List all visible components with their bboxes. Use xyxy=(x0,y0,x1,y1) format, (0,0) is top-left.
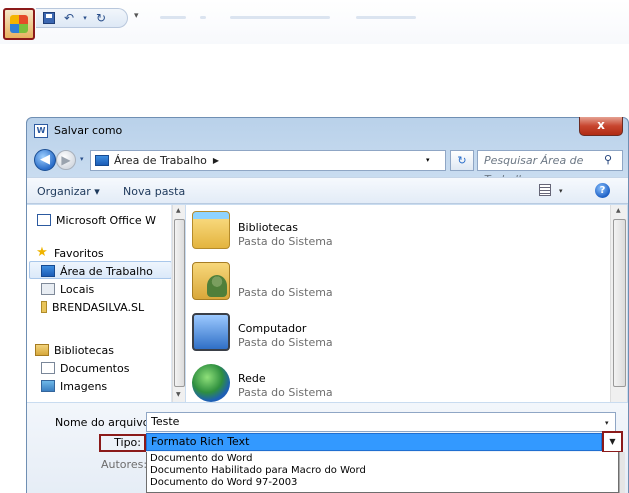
nav-item-label: Bibliotecas xyxy=(54,343,115,357)
desktop-icon xyxy=(95,155,109,166)
star-icon: ★ xyxy=(36,245,48,260)
word-doc-icon xyxy=(37,214,51,226)
forward-button[interactable]: ▶ xyxy=(56,150,76,170)
type-option[interactable]: Documento do Word xyxy=(150,453,252,464)
desktop-icon xyxy=(41,265,55,277)
office-logo-icon xyxy=(10,15,28,33)
help-icon[interactable]: ? xyxy=(595,183,610,198)
undo-icon[interactable]: ↶ xyxy=(62,11,76,25)
file-item-bibliotecas[interactable]: Bibliotecas Pasta do Sistema xyxy=(186,209,486,259)
file-type: Pasta do Sistema xyxy=(238,286,333,299)
filename-input[interactable]: Teste xyxy=(146,412,616,432)
file-item-computador[interactable]: Computador Pasta do Sistema xyxy=(186,311,486,361)
type-dropdown-button[interactable]: ▼ xyxy=(602,431,623,453)
scroll-down-icon[interactable]: ▼ xyxy=(176,391,181,398)
nav-item-bibliotecas[interactable]: Bibliotecas xyxy=(35,341,114,359)
file-name: Computador xyxy=(238,322,307,335)
nav-item-user[interactable]: BRENDASILVA.SL xyxy=(41,298,144,316)
file-list-scrollbar[interactable]: ▲ xyxy=(610,205,627,402)
blurred-title xyxy=(200,16,206,19)
organize-button[interactable]: Organizar ▾ xyxy=(37,185,100,198)
filename-label: Nome do arquivo: xyxy=(55,416,154,429)
scroll-up-icon[interactable]: ▲ xyxy=(176,207,181,214)
blurred-title xyxy=(356,16,416,19)
dialog-toolbar: Organizar ▾ Nova pasta ▾ ? xyxy=(27,177,628,204)
nav-item-imagens[interactable]: Imagens xyxy=(41,377,107,395)
documents-icon xyxy=(41,362,55,374)
filename-dropdown-icon[interactable]: ▾ xyxy=(605,419,609,427)
recent-places-icon xyxy=(41,283,55,295)
blurred-title xyxy=(160,16,186,19)
nav-item-label: Locais xyxy=(60,282,95,296)
view-dropdown-icon[interactable]: ▾ xyxy=(559,187,563,195)
breadcrumb-arrow-icon[interactable]: ▶ xyxy=(213,156,219,165)
nav-item-label: Favoritos xyxy=(54,246,104,260)
nav-item-documentos[interactable]: Documentos xyxy=(41,359,129,377)
new-folder-button[interactable]: Nova pasta xyxy=(123,185,185,198)
close-button[interactable]: x xyxy=(579,117,623,136)
scrollbar-thumb[interactable] xyxy=(174,219,185,387)
address-text: Área de Trabalho xyxy=(114,154,207,167)
word-app-icon: W xyxy=(34,124,48,138)
undo-dropdown-icon[interactable]: ▾ xyxy=(82,11,88,25)
type-option[interactable]: Documento Habilitado para Macro do Word xyxy=(150,465,366,476)
libraries-icon xyxy=(35,344,49,356)
file-type: Pasta do Sistema xyxy=(238,386,333,399)
recent-pages-dropdown-icon[interactable]: ▾ xyxy=(80,155,84,163)
file-type: Pasta do Sistema xyxy=(238,336,333,349)
nav-pane-scrollbar[interactable]: ▲ ▼ xyxy=(172,205,185,402)
file-type: Pasta do Sistema xyxy=(238,235,333,248)
type-option[interactable]: Documento do Word 97-2003 xyxy=(150,477,297,488)
view-options-icon[interactable] xyxy=(539,184,551,196)
blurred-title xyxy=(230,16,330,19)
type-dropdown-scrollbar[interactable] xyxy=(619,452,625,493)
authors-label: Autores: xyxy=(101,458,148,471)
save-as-dialog: W Salvar como x ◀ ▶ ▾ Área de Trabalho ▶… xyxy=(26,117,629,493)
file-item-rede[interactable]: Rede Pasta do Sistema xyxy=(186,362,486,402)
scrollbar-thumb[interactable] xyxy=(613,219,626,387)
navigation-row: ◀ ▶ ▾ Área de Trabalho ▶ ▾ ↻ Pesquisar Á… xyxy=(34,149,623,186)
redo-icon[interactable]: ↻ xyxy=(94,11,108,25)
file-item-user[interactable]: Pasta do Sistema xyxy=(186,260,486,310)
dialog-titlebar[interactable]: W Salvar como x xyxy=(26,117,629,145)
type-dropdown-list: Documento do Word Documento Habilitado p… xyxy=(146,452,619,493)
libraries-folder-icon xyxy=(192,211,230,249)
user-folder-icon xyxy=(192,262,230,300)
type-label: Tipo: xyxy=(99,434,146,452)
nav-item-word-recent[interactable]: Microsoft Office W xyxy=(37,211,156,229)
type-select[interactable]: Formato Rich Text xyxy=(146,433,602,451)
save-form: Nome do arquivo: Teste ▾ Tipo: Formato R… xyxy=(27,403,628,493)
search-input[interactable]: Pesquisar Área de Trabalho xyxy=(477,150,623,186)
network-icon xyxy=(192,364,230,402)
navigation-pane: Microsoft Office W ★ Favoritos Área de T… xyxy=(27,205,172,402)
office-button[interactable] xyxy=(3,8,35,40)
back-button[interactable]: ◀ xyxy=(34,149,56,171)
pictures-icon xyxy=(41,380,55,392)
nav-item-locais[interactable]: Locais xyxy=(41,280,94,298)
user-folder-icon xyxy=(41,301,47,313)
address-bar[interactable]: Área de Trabalho ▶ xyxy=(90,150,446,171)
search-icon[interactable]: ⚲ xyxy=(604,153,612,166)
nav-item-label: Microsoft Office W xyxy=(56,213,157,227)
save-icon[interactable] xyxy=(42,11,56,25)
file-name: Bibliotecas xyxy=(238,221,299,234)
address-dropdown-icon[interactable]: ▾ xyxy=(426,156,430,164)
dialog-title: Salvar como xyxy=(54,124,123,137)
scroll-up-icon[interactable]: ▲ xyxy=(616,207,621,214)
computer-icon xyxy=(192,313,230,351)
nav-item-label: Imagens xyxy=(60,379,108,393)
nav-item-area-de-trabalho[interactable]: Área de Trabalho xyxy=(41,262,153,280)
nav-item-favoritos[interactable]: ★ Favoritos xyxy=(35,244,104,262)
refresh-button[interactable]: ↻ xyxy=(450,150,474,171)
file-list: Bibliotecas Pasta do Sistema Pasta do Si… xyxy=(186,205,610,402)
qat-bar: ↶ ▾ ↻ xyxy=(36,8,128,28)
quick-access-toolbar: ↶ ▾ ↻ ▾ xyxy=(0,0,629,44)
nav-item-label: Área de Trabalho xyxy=(60,264,153,278)
nav-item-label: Documentos xyxy=(60,361,130,375)
file-name: Rede xyxy=(238,372,266,385)
nav-item-label: BRENDASILVA.SL xyxy=(52,300,145,314)
customize-qat-icon[interactable]: ▾ xyxy=(134,11,139,21)
